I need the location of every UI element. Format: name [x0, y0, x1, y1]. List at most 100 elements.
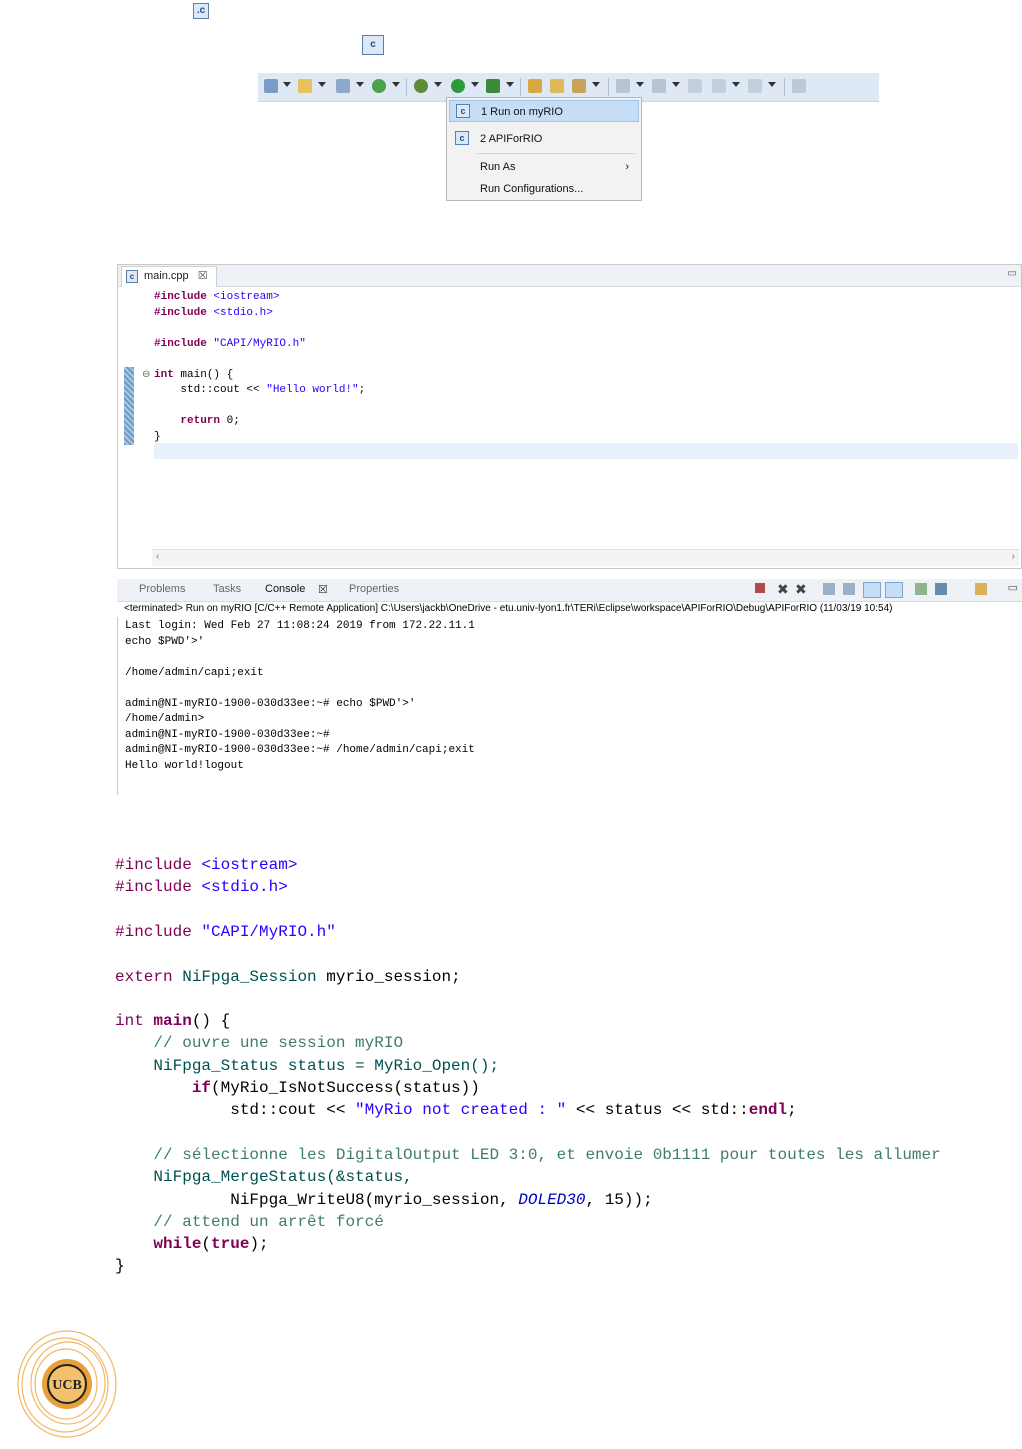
tab-problems[interactable]: Problems	[139, 583, 185, 595]
console-header: <terminated> Run on myRIO [C/C++ Remote …	[124, 603, 893, 614]
close-icon[interactable]: ☒	[318, 583, 328, 596]
run-icon[interactable]	[451, 79, 465, 93]
remove-all-icon[interactable]: ✖	[795, 581, 807, 598]
open-console-icon[interactable]	[975, 583, 987, 595]
horizontal-scrollbar[interactable]: ‹ ›	[152, 549, 1019, 566]
menu-item-label: 1 Run on myRIO	[481, 106, 563, 118]
menu-item-apiforrio[interactable]: c 2 APIForRIO	[449, 128, 639, 150]
run-menu: c 1 Run on myRIO c 2 APIForRIO Run As › …	[446, 97, 642, 201]
tab-properties[interactable]: Properties	[349, 583, 399, 595]
code-token: std::cout <<	[115, 1101, 356, 1120]
menu-item-run-on-myrio[interactable]: c 1 Run on myRIO	[449, 100, 639, 122]
code-token: ;	[787, 1101, 797, 1120]
clear-console-icon[interactable]	[823, 583, 835, 595]
code-token: if	[191, 1079, 212, 1097]
chevron-down-icon[interactable]	[356, 82, 364, 87]
pin-console-icon[interactable]	[915, 583, 927, 595]
chevron-down-icon[interactable]	[672, 82, 680, 87]
code-token: , 15));	[585, 1190, 653, 1209]
listing-line: // attend un arrêt forcé	[115, 1211, 383, 1233]
terminate-icon[interactable]	[755, 583, 765, 593]
remove-launch-icon[interactable]: ✖	[777, 581, 789, 598]
display-console-icon[interactable]	[935, 583, 947, 595]
logo-text: UCB	[52, 1378, 82, 1393]
pin-icon[interactable]	[792, 79, 806, 93]
forward-icon[interactable]	[748, 79, 762, 93]
chevron-right-icon: ›	[625, 161, 629, 173]
code-token: return	[180, 415, 221, 427]
chevron-down-icon[interactable]	[471, 82, 479, 87]
menu-item-run-configurations[interactable]: Run Configurations...	[449, 178, 639, 200]
tab-tasks[interactable]: Tasks	[213, 583, 241, 595]
code-line: std::cout << "Hello world!";	[154, 383, 365, 399]
run-external-icon[interactable]	[486, 79, 500, 93]
debug-icon[interactable]	[414, 79, 428, 93]
open-folder-icon[interactable]	[550, 79, 564, 93]
code-token: #include	[154, 306, 207, 319]
search-icon[interactable]	[572, 79, 586, 93]
console-line: Hello world!logout	[125, 759, 244, 772]
code-token: (	[201, 1235, 212, 1254]
code-token: );	[249, 1235, 269, 1254]
code-token: endl	[748, 1101, 788, 1120]
console-line: admin@NI-myRIO-1900-030d33ee:~#	[125, 728, 330, 741]
code-token: NiFpga_WriteU8(myrio_session,	[115, 1190, 519, 1209]
code-token: std::cout <<	[154, 384, 267, 396]
console-line: Last login: Wed Feb 27 11:08:24 2019 fro…	[125, 620, 475, 632]
chevron-down-icon[interactable]	[392, 82, 400, 87]
chevron-down-icon[interactable]	[283, 82, 291, 87]
console-border	[117, 617, 118, 795]
code-token: "Hello world!"	[266, 384, 359, 396]
code-token: // sélectionne les DigitalOutput LED 3:0…	[115, 1145, 941, 1164]
next-annotation-icon[interactable]	[616, 79, 630, 93]
menu-item-run-as[interactable]: Run As ›	[449, 156, 639, 178]
chevron-down-icon[interactable]	[434, 82, 442, 87]
code-token: NiFpga_Session	[182, 967, 317, 986]
new-source-icon[interactable]	[336, 79, 350, 93]
code-token: () {	[191, 1012, 231, 1031]
show-stdout-icon[interactable]	[863, 582, 881, 598]
prev-annotation-icon[interactable]	[652, 79, 666, 93]
menu-separator	[477, 153, 635, 154]
show-stderr-icon[interactable]	[885, 582, 903, 598]
scroll-right-icon[interactable]: ›	[1012, 551, 1015, 562]
chevron-down-icon[interactable]	[318, 82, 326, 87]
new-folder-icon[interactable]	[298, 79, 312, 93]
toolbar-separator	[784, 78, 785, 96]
listing-line: NiFpga_MergeStatus(&status,	[115, 1166, 412, 1188]
new-class-icon[interactable]	[372, 79, 386, 93]
chevron-down-icon[interactable]	[768, 82, 776, 87]
tab-main-cpp[interactable]: c main.cpp ☒	[121, 266, 217, 287]
toolbar-separator	[406, 78, 407, 96]
back-icon[interactable]	[688, 79, 702, 93]
open-type-icon[interactable]	[528, 79, 542, 93]
back-icon[interactable]	[712, 79, 726, 93]
code-token: <iostream>	[206, 291, 280, 303]
chevron-down-icon[interactable]	[506, 82, 514, 87]
close-icon[interactable]: ☒	[198, 270, 208, 282]
current-line-highlight	[154, 443, 1018, 459]
listing-line: int main() {	[115, 1010, 230, 1032]
fold-icon[interactable]: ⊖	[142, 369, 150, 380]
console-tab-bar: Problems Tasks Console ☒ Properties ✖ ✖ …	[117, 579, 1022, 602]
chevron-down-icon[interactable]	[732, 82, 740, 87]
code-token: <stdio.h>	[206, 306, 273, 319]
code-token: while	[153, 1235, 202, 1254]
scroll-lock-icon[interactable]	[843, 583, 855, 595]
chevron-down-icon[interactable]	[592, 82, 600, 87]
editor-tab-bar: c main.cpp ☒ ▭	[118, 265, 1021, 287]
menu-item-label: Run As	[480, 161, 516, 173]
minimize-icon[interactable]: ▭	[1008, 268, 1017, 279]
code-line: int main() {	[154, 368, 233, 384]
tab-console[interactable]: Console	[265, 583, 305, 595]
console-line: /home/admin/capi;exit	[125, 666, 264, 679]
scroll-left-icon[interactable]: ‹	[156, 551, 159, 562]
chevron-down-icon[interactable]	[636, 82, 644, 87]
code-line: }	[154, 430, 161, 446]
new-c-project-icon[interactable]	[264, 79, 278, 93]
code-token: extern	[115, 967, 173, 986]
console-line: admin@NI-myRIO-1900-030d33ee:~# echo $PW…	[125, 697, 416, 710]
minimize-icon[interactable]: ▭	[1008, 581, 1018, 594]
